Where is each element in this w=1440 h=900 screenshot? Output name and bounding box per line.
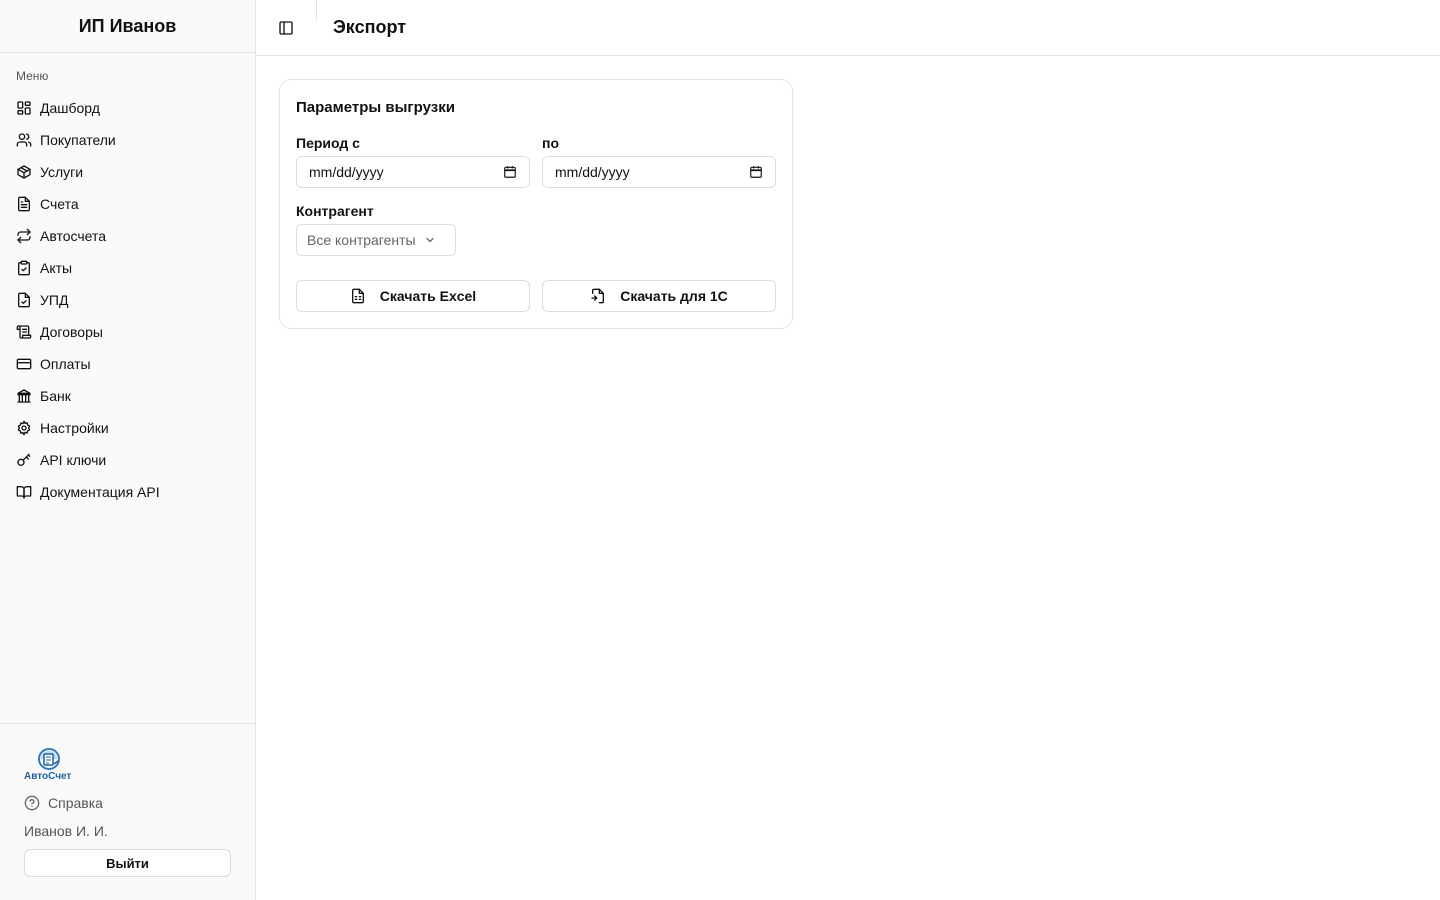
file-text-icon xyxy=(18,196,30,212)
page-title: Экспорт xyxy=(333,17,407,37)
sidebar-item-label: Дашборд xyxy=(40,100,100,116)
repeat-icon xyxy=(17,228,31,244)
sidebar-item-label: Оплаты xyxy=(40,356,91,372)
download-1c-label: Скачать для 1С xyxy=(620,288,728,304)
calendar-icon[interactable] xyxy=(503,165,517,179)
package-icon xyxy=(17,165,31,179)
sidebar-item-label: Услуги xyxy=(40,164,84,180)
sidebar-item-payments[interactable]: Оплаты xyxy=(8,348,248,380)
credit-card-icon xyxy=(16,358,32,370)
user-name: Иванов И. И. xyxy=(24,823,108,839)
card-title: Параметры выгрузки xyxy=(296,99,455,116)
sidebar-item-label: Покупатели xyxy=(40,132,116,148)
sidebar-item-label: Акты xyxy=(40,260,73,276)
sidebar-item-contracts[interactable]: Договоры xyxy=(8,316,248,348)
sidebar-item-label: Автосчета xyxy=(40,228,107,244)
period-from-label: Период с xyxy=(296,135,360,151)
users-icon xyxy=(16,133,32,147)
sidebar-item-customers[interactable]: Покупатели xyxy=(8,124,248,156)
panel-left-icon xyxy=(279,21,293,35)
dashboard-icon xyxy=(17,101,31,115)
company-name: ИП Иванов xyxy=(0,0,255,53)
app-logo-text: АвтоСчет xyxy=(24,771,72,782)
download-excel-label: Скачать Excel xyxy=(379,288,477,304)
sidebar-item-services[interactable]: Услуги xyxy=(8,156,248,188)
counterparty-label: Контрагент xyxy=(296,203,374,219)
sidebar-item-dashboard[interactable]: Дашборд xyxy=(8,92,248,124)
period-to-label: по xyxy=(542,135,560,151)
sidebar-item-label: Документация API xyxy=(40,484,160,500)
top-header: Экспорт xyxy=(256,0,1440,56)
sidebar-item-api-keys[interactable]: API ключи xyxy=(8,444,248,476)
logout-button[interactable]: Выйти xyxy=(24,849,231,877)
sidebar-item-upd[interactable]: УПД xyxy=(8,284,248,316)
period-to-input[interactable]: mm/dd/yyyy xyxy=(542,156,776,188)
period-to-value: mm/dd/yyyy xyxy=(555,164,630,180)
download-1c-button[interactable]: Скачать для 1С xyxy=(542,280,776,312)
sidebar-item-label: Банк xyxy=(40,388,71,404)
sidebar-item-label: Договоры xyxy=(40,324,103,340)
sidebar-menu: Дашборд Покупатели Услуги Счета Автосчет… xyxy=(8,92,248,508)
sidebar: ИП Иванов Меню Дашборд Покупатели Услуги… xyxy=(0,0,256,900)
key-icon xyxy=(17,453,31,466)
counterparty-value: Все контрагенты xyxy=(307,232,416,248)
sidebar-item-acts[interactable]: Акты xyxy=(8,252,248,284)
sidebar-item-invoices[interactable]: Счета xyxy=(8,188,248,220)
help-link[interactable]: Справка xyxy=(24,795,103,811)
calendar-icon[interactable] xyxy=(749,165,763,179)
sidebar-item-label: API ключи xyxy=(40,452,107,468)
sidebar-item-label: Счета xyxy=(40,196,79,212)
counterparty-select[interactable]: Все контрагенты xyxy=(296,224,456,256)
sidebar-footer: АвтоСчет Справка Иванов И. И. Выйти xyxy=(0,723,255,900)
header-divider xyxy=(316,0,317,22)
bank-icon xyxy=(17,389,31,403)
sidebar-item-api-docs[interactable]: Документация API xyxy=(8,476,248,508)
chevron-down-icon xyxy=(425,237,434,243)
clipboard-check-icon xyxy=(18,260,30,276)
sidebar-item-settings[interactable]: Настройки xyxy=(8,412,248,444)
download-excel-button[interactable]: Скачать Excel xyxy=(296,280,530,312)
sidebar-item-bank[interactable]: Банк xyxy=(8,380,248,412)
sidebar-item-label: Настройки xyxy=(40,420,109,436)
period-from-input[interactable]: mm/dd/yyyy xyxy=(296,156,530,188)
scroll-icon xyxy=(16,325,32,339)
file-check-icon xyxy=(18,292,30,308)
book-open-icon xyxy=(16,486,32,499)
help-circle-icon xyxy=(24,795,40,811)
file-spreadsheet-icon xyxy=(351,288,364,304)
sidebar-toggle-button[interactable] xyxy=(276,18,296,38)
period-from-value: mm/dd/yyyy xyxy=(309,164,384,180)
sidebar-item-label: УПД xyxy=(40,292,69,308)
sidebar-item-auto-invoices[interactable]: Автосчета xyxy=(8,220,248,252)
help-label: Справка xyxy=(48,795,103,811)
export-params-card: Параметры выгрузки Период с mm/dd/yyyy п… xyxy=(279,79,793,329)
file-export-icon xyxy=(591,288,605,304)
gear-icon xyxy=(17,420,31,436)
menu-label: Меню xyxy=(16,69,49,83)
